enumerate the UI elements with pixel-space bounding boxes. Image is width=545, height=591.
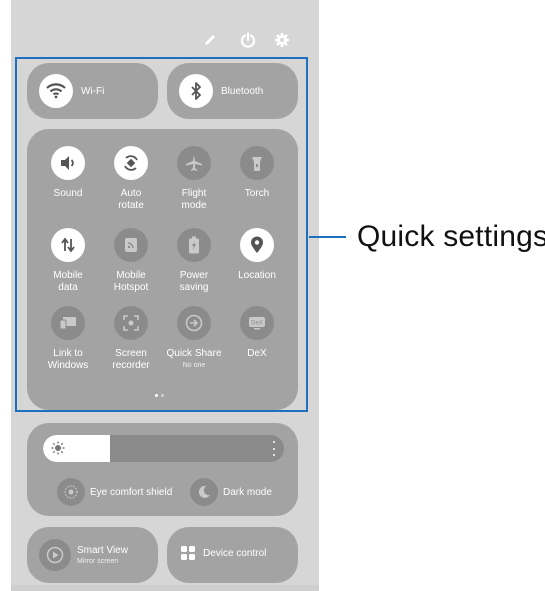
callout-line: [309, 236, 346, 238]
smart-view-sublabel: Mirror screen: [77, 558, 119, 565]
smart-view-tile[interactable]: Smart View Mirror screen: [27, 527, 158, 583]
more-icon[interactable]: [272, 441, 276, 456]
quick-settings-highlight: [15, 57, 308, 412]
panel-bottom-edge: [11, 585, 319, 591]
eye-comfort-toggle[interactable]: Eye comfort shield: [57, 478, 172, 506]
grid-icon: [181, 546, 195, 560]
callout-label: Quick settings: [357, 220, 545, 253]
smart-view-label: Smart View: [77, 545, 128, 556]
device-control-tile[interactable]: Device control: [167, 527, 298, 583]
gear-icon[interactable]: [272, 30, 292, 50]
sun-icon: [51, 441, 65, 460]
power-icon[interactable]: [238, 30, 258, 50]
pencil-icon[interactable]: [200, 30, 220, 50]
eye-comfort-label: Eye comfort shield: [90, 486, 173, 498]
dark-mode-label: Dark mode: [223, 486, 272, 498]
dark-mode-toggle[interactable]: Dark mode: [190, 478, 272, 506]
moon-icon: [190, 478, 218, 506]
device-control-label: Device control: [203, 547, 267, 559]
smart-view-icon: [39, 539, 71, 571]
eye-comfort-icon: [57, 478, 85, 506]
brightness-slider[interactable]: [43, 435, 284, 462]
